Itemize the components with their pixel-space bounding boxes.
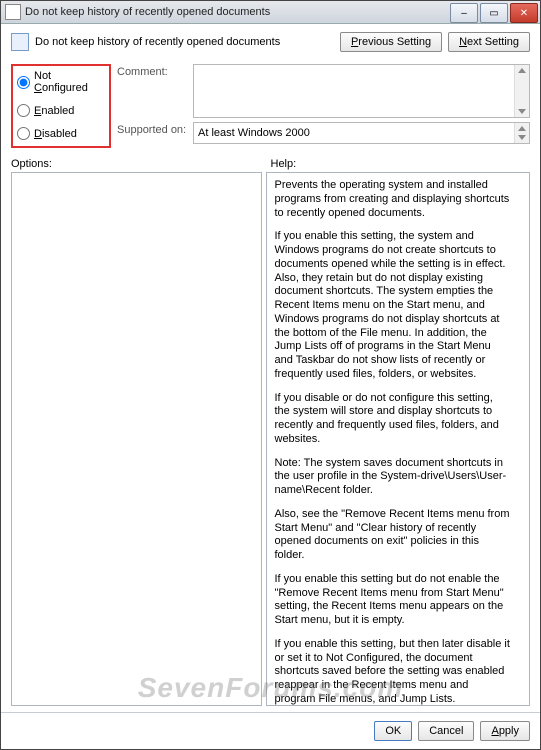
cancel-button[interactable]: Cancel bbox=[418, 721, 474, 741]
close-button[interactable]: ✕ bbox=[510, 3, 538, 23]
previous-setting-button[interactable]: Previous Setting bbox=[340, 32, 442, 52]
help-paragraph: If you enable this setting, the system a… bbox=[275, 230, 512, 381]
radio-not-configured[interactable]: Not Configured bbox=[17, 70, 105, 94]
supported-value: At least Windows 2000 bbox=[198, 127, 310, 139]
minimize-button[interactable]: – bbox=[450, 3, 478, 23]
policy-editor-window: Do not keep history of recently opened d… bbox=[0, 0, 541, 750]
next-setting-button[interactable]: Next Setting bbox=[448, 32, 530, 52]
policy-title: Do not keep history of recently opened d… bbox=[35, 36, 340, 48]
apply-button[interactable]: Apply bbox=[480, 721, 530, 741]
section-headers: Options: Help: bbox=[1, 154, 540, 172]
content-panes: Prevents the operating system and instal… bbox=[1, 172, 540, 712]
comment-label: Comment: bbox=[117, 64, 187, 78]
window-controls: – ▭ ✕ bbox=[448, 3, 538, 21]
app-icon bbox=[5, 4, 21, 20]
settings-grid: Not Configured Enabled Disabled Comment:… bbox=[1, 60, 540, 154]
help-paragraph: If you enable this setting, but then lat… bbox=[275, 638, 512, 706]
radio-enabled[interactable]: Enabled bbox=[17, 104, 105, 117]
window-title: Do not keep history of recently opened d… bbox=[25, 6, 448, 18]
options-heading: Options: bbox=[11, 158, 271, 170]
help-paragraph: If you disable or do not configure this … bbox=[275, 392, 512, 447]
policy-icon bbox=[11, 33, 29, 51]
help-paragraph: Note: The system saves document shortcut… bbox=[275, 457, 512, 498]
header: Do not keep history of recently opened d… bbox=[1, 24, 540, 60]
supported-label: Supported on: bbox=[117, 122, 187, 136]
comment-scrollbar[interactable] bbox=[514, 65, 529, 117]
radio-enabled-input[interactable] bbox=[17, 104, 30, 117]
help-paragraph: Also, see the "Remove Recent Items menu … bbox=[275, 508, 512, 563]
options-pane bbox=[11, 172, 262, 706]
comment-textarea[interactable] bbox=[193, 64, 530, 118]
titlebar: Do not keep history of recently opened d… bbox=[1, 1, 540, 24]
supported-scrollbar[interactable] bbox=[514, 123, 529, 143]
dialog-footer: OK Cancel Apply bbox=[1, 712, 540, 749]
supported-value-box: At least Windows 2000 bbox=[193, 122, 530, 144]
state-radio-group: Not Configured Enabled Disabled bbox=[11, 64, 111, 148]
ok-button[interactable]: OK bbox=[374, 721, 412, 741]
help-heading: Help: bbox=[271, 158, 531, 170]
maximize-button[interactable]: ▭ bbox=[480, 3, 508, 23]
help-paragraph: If you enable this setting but do not en… bbox=[275, 573, 512, 628]
radio-disabled-input[interactable] bbox=[17, 127, 30, 140]
radio-not-configured-input[interactable] bbox=[17, 76, 30, 89]
help-paragraph: Prevents the operating system and instal… bbox=[275, 179, 512, 220]
help-pane[interactable]: Prevents the operating system and instal… bbox=[266, 172, 531, 706]
radio-disabled[interactable]: Disabled bbox=[17, 127, 105, 140]
